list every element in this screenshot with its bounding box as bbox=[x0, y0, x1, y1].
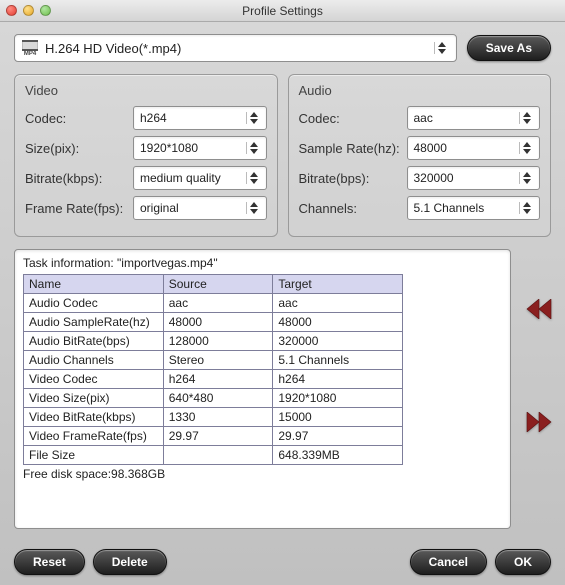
task-info-heading: Task information: "importvegas.mp4" bbox=[23, 256, 502, 270]
window-titlebar: Profile Settings bbox=[0, 0, 565, 22]
cell-target: h264 bbox=[273, 370, 403, 389]
delete-button[interactable]: Delete bbox=[93, 549, 167, 575]
zoom-icon[interactable] bbox=[40, 5, 51, 16]
cell-source: 48000 bbox=[163, 313, 273, 332]
cell-source: 128000 bbox=[163, 332, 273, 351]
video-bitrate-label: Bitrate(kbps): bbox=[25, 171, 133, 186]
video-codec-value: h264 bbox=[140, 111, 246, 125]
cell-target: 5.1 Channels bbox=[273, 351, 403, 370]
cell-target: 29.97 bbox=[273, 427, 403, 446]
mp4-file-icon: MP4 bbox=[21, 39, 39, 57]
task-info-table: Name Source Target Audio CodecaacaacAudi… bbox=[23, 274, 403, 465]
chevron-updown-icon bbox=[246, 172, 262, 184]
profile-select-value: H.264 HD Video(*.mp4) bbox=[45, 41, 434, 56]
cell-target: aac bbox=[273, 294, 403, 313]
table-header-row: Name Source Target bbox=[24, 275, 403, 294]
chevron-updown-icon bbox=[519, 202, 535, 214]
cell-name: Audio Codec bbox=[24, 294, 164, 313]
audio-samplerate-select[interactable]: 48000 bbox=[407, 136, 541, 160]
cell-source: 29.97 bbox=[163, 427, 273, 446]
chevron-updown-icon bbox=[519, 112, 535, 124]
video-framerate-label: Frame Rate(fps): bbox=[25, 201, 133, 216]
cell-name: Video FrameRate(fps) bbox=[24, 427, 164, 446]
audio-samplerate-value: 48000 bbox=[414, 141, 520, 155]
audio-codec-label: Codec: bbox=[299, 111, 407, 126]
chevron-updown-icon bbox=[246, 202, 262, 214]
audio-bitrate-select[interactable]: 320000 bbox=[407, 166, 541, 190]
video-bitrate-value: medium quality bbox=[140, 171, 246, 185]
free-disk-space: Free disk space:98.368GB bbox=[23, 467, 502, 481]
task-info-panel: Task information: "importvegas.mp4" Name… bbox=[14, 249, 511, 529]
cell-name: Video BitRate(kbps) bbox=[24, 408, 164, 427]
table-row[interactable]: Audio BitRate(bps)128000320000 bbox=[24, 332, 403, 351]
profile-select[interactable]: MP4 H.264 HD Video(*.mp4) bbox=[14, 34, 457, 62]
window-title: Profile Settings bbox=[0, 4, 565, 18]
table-row[interactable]: Video BitRate(kbps)133015000 bbox=[24, 408, 403, 427]
minimize-icon[interactable] bbox=[23, 5, 34, 16]
cell-source bbox=[163, 446, 273, 465]
close-icon[interactable] bbox=[6, 5, 17, 16]
video-codec-label: Codec: bbox=[25, 111, 133, 126]
save-as-button[interactable]: Save As bbox=[467, 35, 551, 61]
cell-name: File Size bbox=[24, 446, 164, 465]
table-row[interactable]: Audio SampleRate(hz)4800048000 bbox=[24, 313, 403, 332]
audio-panel: Audio Codec: aac Sample Rate(hz): 48000 … bbox=[288, 74, 552, 237]
cell-source: 1330 bbox=[163, 408, 273, 427]
audio-channels-select[interactable]: 5.1 Channels bbox=[407, 196, 541, 220]
cell-target: 648.339MB bbox=[273, 446, 403, 465]
cell-name: Audio BitRate(bps) bbox=[24, 332, 164, 351]
cell-target: 320000 bbox=[273, 332, 403, 351]
cell-source: aac bbox=[163, 294, 273, 313]
table-row[interactable]: Audio Codecaacaac bbox=[24, 294, 403, 313]
video-framerate-value: original bbox=[140, 201, 246, 215]
video-framerate-select[interactable]: original bbox=[133, 196, 267, 220]
col-target: Target bbox=[273, 275, 403, 294]
next-task-button[interactable] bbox=[525, 412, 553, 435]
audio-channels-label: Channels: bbox=[299, 201, 407, 216]
cell-target: 1920*1080 bbox=[273, 389, 403, 408]
video-panel-title: Video bbox=[25, 83, 267, 98]
audio-samplerate-label: Sample Rate(hz): bbox=[299, 141, 407, 156]
chevron-updown-icon bbox=[519, 172, 535, 184]
cell-source: Stereo bbox=[163, 351, 273, 370]
window-controls bbox=[6, 5, 51, 16]
cell-name: Audio SampleRate(hz) bbox=[24, 313, 164, 332]
chevron-updown-icon bbox=[519, 142, 535, 154]
ok-button[interactable]: OK bbox=[495, 549, 551, 575]
cell-target: 48000 bbox=[273, 313, 403, 332]
audio-panel-title: Audio bbox=[299, 83, 541, 98]
col-source: Source bbox=[163, 275, 273, 294]
video-size-label: Size(pix): bbox=[25, 141, 133, 156]
reset-button[interactable]: Reset bbox=[14, 549, 85, 575]
audio-channels-value: 5.1 Channels bbox=[414, 201, 520, 215]
chevron-updown-icon bbox=[434, 42, 450, 54]
table-row[interactable]: Video Size(pix)640*4801920*1080 bbox=[24, 389, 403, 408]
video-size-value: 1920*1080 bbox=[140, 141, 246, 155]
table-row[interactable]: File Size 648.339MB bbox=[24, 446, 403, 465]
cell-source: h264 bbox=[163, 370, 273, 389]
audio-bitrate-label: Bitrate(bps): bbox=[299, 171, 407, 186]
prev-task-button[interactable] bbox=[525, 299, 553, 322]
cell-name: Audio Channels bbox=[24, 351, 164, 370]
double-right-icon bbox=[525, 412, 553, 432]
cell-target: 15000 bbox=[273, 408, 403, 427]
video-panel: Video Codec: h264 Size(pix): 1920*1080 B… bbox=[14, 74, 278, 237]
video-bitrate-select[interactable]: medium quality bbox=[133, 166, 267, 190]
audio-codec-value: aac bbox=[414, 111, 520, 125]
cancel-button[interactable]: Cancel bbox=[410, 549, 487, 575]
double-left-icon bbox=[525, 299, 553, 319]
col-name: Name bbox=[24, 275, 164, 294]
audio-bitrate-value: 320000 bbox=[414, 171, 520, 185]
chevron-updown-icon bbox=[246, 142, 262, 154]
cell-name: Video Size(pix) bbox=[24, 389, 164, 408]
video-size-select[interactable]: 1920*1080 bbox=[133, 136, 267, 160]
video-codec-select[interactable]: h264 bbox=[133, 106, 267, 130]
chevron-updown-icon bbox=[246, 112, 262, 124]
cell-source: 640*480 bbox=[163, 389, 273, 408]
table-row[interactable]: Video FrameRate(fps)29.9729.97 bbox=[24, 427, 403, 446]
cell-name: Video Codec bbox=[24, 370, 164, 389]
table-row[interactable]: Audio ChannelsStereo5.1 Channels bbox=[24, 351, 403, 370]
table-row[interactable]: Video Codech264h264 bbox=[24, 370, 403, 389]
audio-codec-select[interactable]: aac bbox=[407, 106, 541, 130]
